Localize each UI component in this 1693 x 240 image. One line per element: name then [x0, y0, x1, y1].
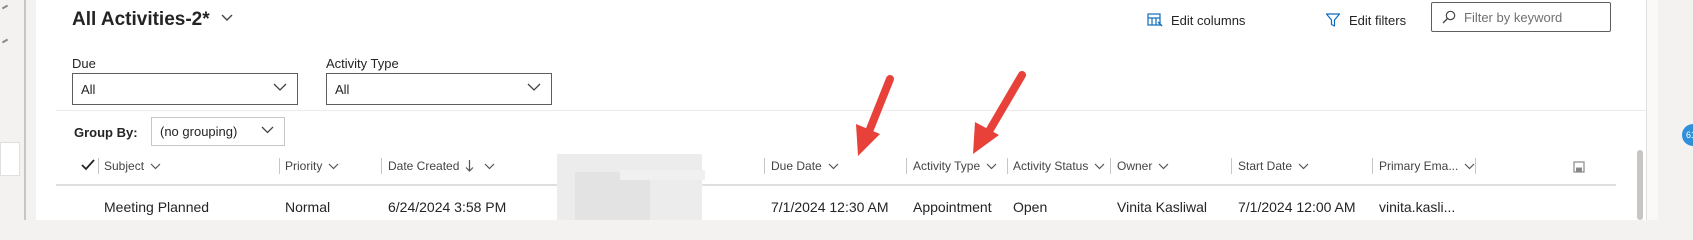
column-separator: [906, 158, 907, 174]
activity-type-filter-label: Activity Type: [326, 56, 399, 71]
activity-type-filter-value: All: [335, 81, 350, 97]
cell-date-created: 6/24/2024 3:58 PM: [388, 199, 507, 215]
column-separator: [1231, 158, 1232, 174]
column-header-date-created[interactable]: Date Created: [388, 155, 495, 177]
column-header-label: Due Date: [771, 159, 822, 173]
rail-chevron-icon: [1, 4, 9, 10]
save-view-icon[interactable]: [1573, 161, 1585, 173]
chevron-down-icon: [986, 163, 997, 169]
arrow-down-icon: [465, 160, 474, 172]
left-rail: [0, 0, 22, 220]
column-header-label: Start Date: [1238, 159, 1293, 173]
column-header-label: Priority: [285, 159, 323, 173]
rail-chevron-icon: [1, 38, 9, 44]
column-separator: [1372, 158, 1373, 174]
chevron-down-icon: [484, 163, 495, 169]
chevron-down-icon: [150, 163, 161, 169]
column-header-owner[interactable]: Owner: [1117, 155, 1169, 177]
keyword-filter-box[interactable]: [1431, 2, 1611, 32]
cell-activity-type: Appointment: [913, 199, 992, 215]
group-by-value: (no grouping): [160, 124, 238, 139]
cell-start-date: 7/1/2024 12:00 AM: [1238, 199, 1356, 215]
column-header-primary-email[interactable]: Primary Ema...: [1379, 155, 1475, 177]
column-header-start-date[interactable]: Start Date: [1238, 155, 1309, 177]
checkmark-icon[interactable]: [81, 159, 95, 171]
group-by-label: Group By:: [74, 125, 138, 140]
column-separator: [381, 158, 382, 174]
chevron-down-icon: [1094, 163, 1105, 169]
column-header-activity-status[interactable]: Activity Status: [1013, 155, 1105, 177]
column-header-label: Activity Type: [913, 159, 981, 173]
cell-priority: Normal: [285, 199, 331, 215]
redacted-strip: [620, 170, 705, 180]
chevron-down-icon: [261, 126, 274, 134]
edit-columns-button[interactable]: Edit columns: [1147, 9, 1245, 31]
edit-columns-icon: [1147, 13, 1163, 27]
view-selector-chevron-icon[interactable]: [221, 14, 233, 22]
cell-primary-email: vinita.kasli...: [1379, 199, 1456, 215]
edit-filters-label: Edit filters: [1349, 12, 1407, 28]
group-by-select[interactable]: (no grouping): [151, 117, 285, 146]
search-input[interactable]: [1462, 8, 1606, 26]
chevron-down-icon: [273, 83, 287, 91]
chevron-down-icon: [1464, 163, 1475, 169]
column-separator: [764, 158, 765, 174]
column-header-activity-type[interactable]: Activity Type: [913, 155, 997, 177]
view-title[interactable]: All Activities-2*: [72, 9, 210, 31]
column-header-label: Subject: [104, 159, 145, 173]
chevron-down-icon: [328, 163, 339, 169]
column-header-priority[interactable]: Priority: [285, 155, 339, 177]
column-header-label: Owner: [1117, 159, 1153, 173]
chevron-down-icon: [1158, 163, 1169, 169]
chevron-down-icon: [828, 163, 839, 169]
column-header-label: Date Created: [388, 159, 460, 173]
column-separator: [1110, 158, 1111, 174]
chevron-down-icon: [527, 83, 541, 91]
column-header-due-date[interactable]: Due Date: [771, 155, 839, 177]
cell-activity-status: Open: [1013, 199, 1048, 215]
filter-divider: [56, 110, 1646, 111]
cell-due-date: 7/1/2024 12:30 AM: [771, 199, 889, 215]
column-separator: [279, 158, 280, 174]
rail-tab[interactable]: [0, 142, 20, 176]
due-filter-select[interactable]: All: [72, 73, 298, 105]
edit-columns-label: Edit columns: [1171, 12, 1246, 28]
due-filter-value: All: [81, 81, 96, 97]
column-header-label: Activity Status: [1013, 159, 1089, 173]
column-header-subject[interactable]: Subject: [104, 155, 161, 177]
edit-filters-button[interactable]: Edit filters: [1325, 9, 1406, 31]
cell-owner[interactable]: Vinita Kasliwal: [1117, 199, 1207, 215]
column-separator: [1475, 158, 1476, 174]
side-area: [1658, 0, 1693, 220]
rail-divider: [24, 0, 26, 220]
funnel-icon: [1325, 13, 1341, 27]
search-icon: [1442, 10, 1456, 24]
chevron-down-icon: [1298, 163, 1309, 169]
cell-subject[interactable]: Meeting Planned: [104, 199, 209, 215]
vertical-scrollbar[interactable]: [1637, 150, 1643, 220]
due-filter-label: Due: [72, 56, 96, 71]
header-row-divider: [56, 184, 1616, 186]
column-separator: [1007, 158, 1008, 174]
column-separator: [98, 158, 99, 174]
column-header-label: Primary Ema...: [1379, 159, 1459, 173]
activity-type-filter-select[interactable]: All: [326, 73, 552, 105]
